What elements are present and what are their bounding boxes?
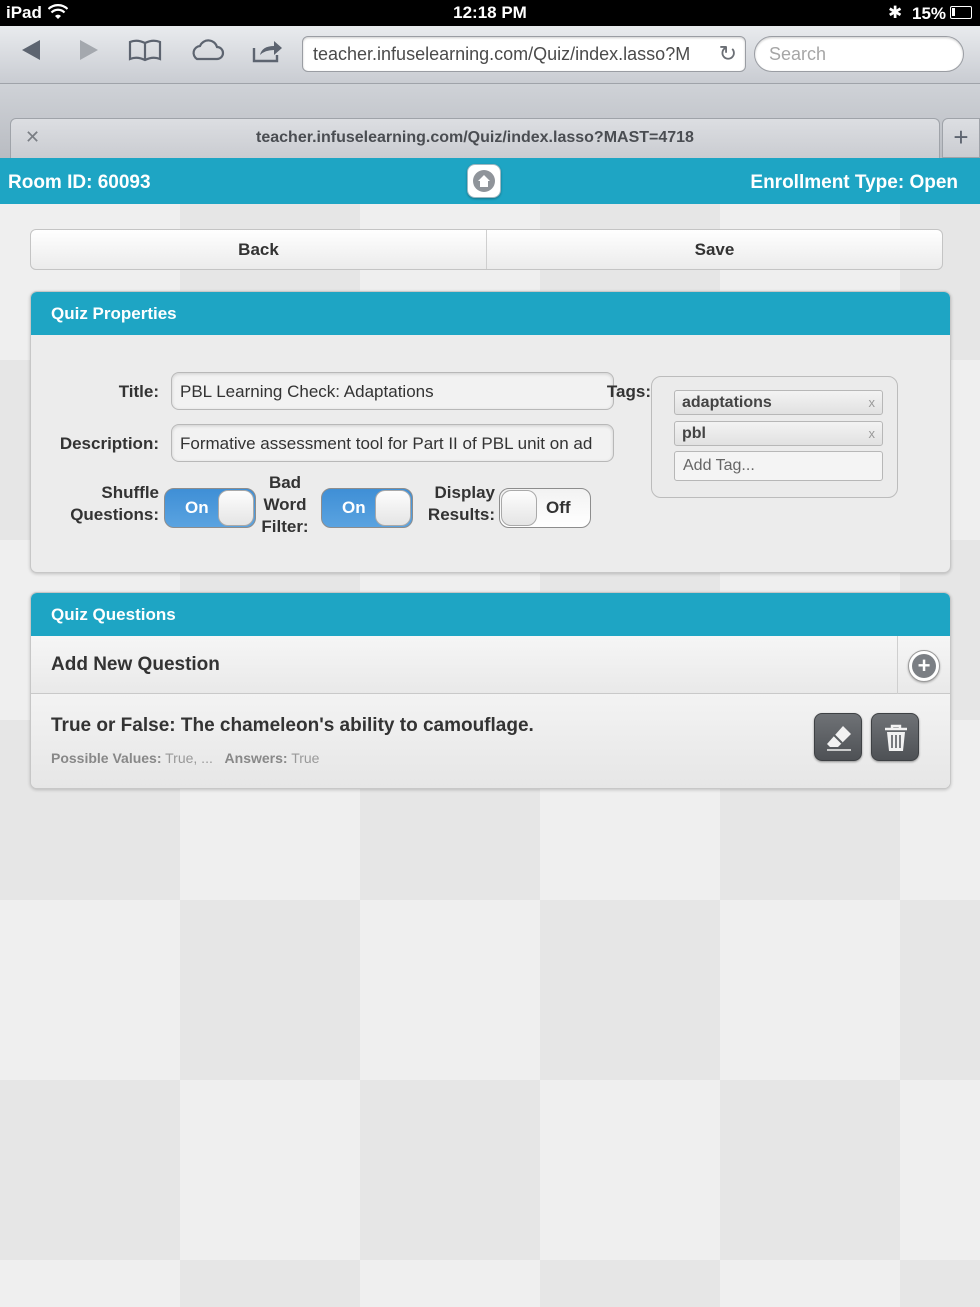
tag-label: adaptations	[682, 394, 772, 411]
remove-tag-icon[interactable]: x	[869, 426, 876, 441]
add-tag-input[interactable]: Add Tag...	[674, 451, 883, 481]
enrollment-type: Enrollment Type: Open	[750, 172, 958, 193]
tags-label: Tags:	[606, 382, 651, 401]
tab-strip: ✕ teacher.infuselearning.com/Quiz/index.…	[0, 84, 980, 158]
badword-label-line3: Filter:	[261, 517, 309, 536]
title-field[interactable]: PBL Learning Check: Adaptations	[171, 372, 614, 410]
badword-label-line2: Word	[263, 495, 307, 514]
room-id: Room ID: 60093	[8, 172, 151, 193]
shuffle-questions-label: Shuffle Questions:	[51, 482, 159, 526]
title-label: Title:	[118, 382, 159, 401]
quiz-questions-panel: Quiz Questions Add New Question + True o…	[30, 592, 951, 789]
back-button[interactable]: Back	[31, 230, 486, 269]
display-label-line1: Display	[434, 483, 495, 502]
home-icon	[473, 170, 495, 192]
quiz-properties-panel: Quiz Properties Title: PBL Learning Chec…	[30, 291, 951, 573]
reload-icon[interactable]: ↻	[719, 41, 737, 67]
display-results-label: Display Results:	[411, 482, 495, 526]
browser-toolbar: teacher.infuselearning.com/Quiz/index.la…	[0, 26, 980, 84]
icloud-tabs-icon[interactable]	[189, 38, 225, 68]
delete-question-button[interactable]	[871, 713, 919, 761]
shuffle-label-line2: Questions:	[70, 505, 159, 524]
search-input[interactable]: Search	[754, 36, 964, 72]
back-arrow-icon[interactable]	[20, 38, 42, 68]
shuffle-questions-toggle[interactable]: On	[164, 488, 256, 528]
home-button[interactable]	[467, 164, 501, 198]
question-text: True or False: The chameleon's ability t…	[51, 715, 534, 736]
badword-toggle-state: On	[342, 498, 366, 517]
add-new-question-row[interactable]: Add New Question +	[31, 636, 950, 694]
address-bar[interactable]: teacher.infuselearning.com/Quiz/index.la…	[302, 36, 746, 72]
clock: 12:18 PM	[453, 3, 527, 22]
quiz-properties-heading: Quiz Properties	[31, 292, 950, 335]
plus-circle-icon: +	[908, 650, 940, 682]
display-results-toggle[interactable]: Off	[499, 488, 591, 528]
display-label-line2: Results:	[427, 505, 495, 524]
tags-box: adaptations x pbl x Add Tag...	[651, 376, 898, 498]
description-label: Description:	[59, 434, 159, 453]
edit-question-button[interactable]	[814, 713, 862, 761]
forward-arrow-icon[interactable]	[78, 38, 100, 68]
question-meta: Possible Values: True, ... Answers: True	[51, 750, 319, 766]
bad-word-filter-toggle[interactable]: On	[321, 488, 413, 528]
tag-label: pbl	[682, 425, 706, 442]
answers-label: Answers:	[224, 750, 288, 766]
badword-label-line1: Bad	[268, 473, 302, 492]
bad-word-filter-label: Bad Word Filter:	[253, 472, 317, 538]
browser-tab[interactable]: ✕ teacher.infuselearning.com/Quiz/index.…	[10, 118, 940, 158]
tag-item: pbl x	[674, 421, 883, 446]
add-new-question-label: Add New Question	[51, 654, 220, 675]
description-field[interactable]: Formative assessment tool for Part II of…	[171, 424, 614, 462]
toggle-knob	[501, 490, 537, 526]
add-question-button[interactable]: +	[897, 636, 950, 694]
question-list-item[interactable]: True or False: The chameleon's ability t…	[31, 694, 950, 788]
answers-value: True	[291, 750, 320, 766]
app-header: Room ID: 60093 Enrollment Type: Open	[0, 158, 980, 204]
battery-level: 15%	[912, 4, 947, 23]
status-bar: iPad 12:18 PM ✱ 15%	[0, 0, 980, 26]
tab-title: teacher.infuselearning.com/Quiz/index.la…	[256, 129, 694, 146]
tag-item: adaptations x	[674, 390, 883, 415]
save-button[interactable]: Save	[486, 230, 942, 269]
shuffle-toggle-state: On	[185, 498, 209, 517]
toggle-knob	[218, 490, 254, 526]
battery-icon	[950, 6, 972, 19]
bluetooth-icon: ✱	[888, 3, 903, 22]
quiz-questions-heading: Quiz Questions	[31, 593, 950, 636]
share-icon[interactable]	[250, 38, 284, 70]
remove-tag-icon[interactable]: x	[869, 395, 876, 410]
new-tab-plus-icon[interactable]: +	[942, 118, 980, 158]
display-toggle-state: Off	[546, 498, 571, 517]
shuffle-label-line1: Shuffle	[101, 483, 159, 502]
bookmarks-icon[interactable]	[128, 38, 162, 68]
possible-values-label: Possible Values:	[51, 750, 162, 766]
action-bar: Back Save	[30, 229, 943, 270]
toggle-knob	[375, 490, 411, 526]
url-text: teacher.infuselearning.com/Quiz/index.la…	[313, 44, 691, 64]
possible-values: True, ...	[165, 750, 213, 766]
